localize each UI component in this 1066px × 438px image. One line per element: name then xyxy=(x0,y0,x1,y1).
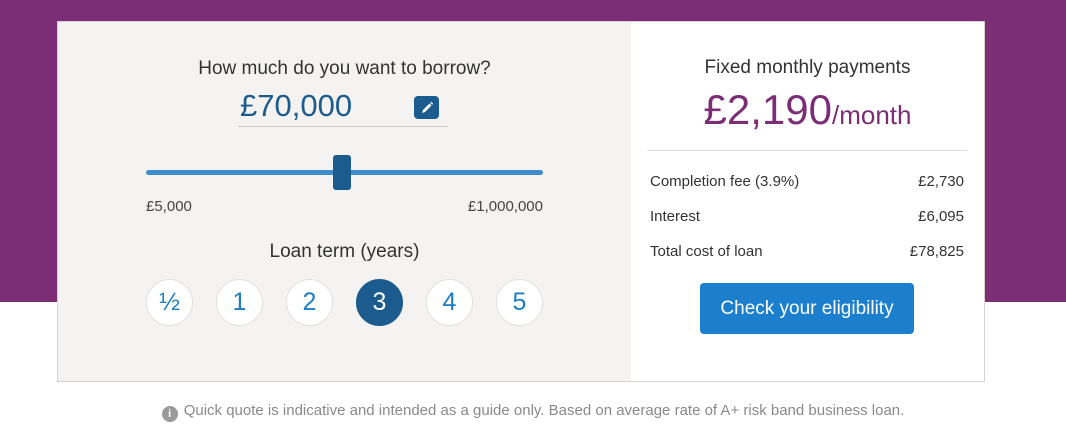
term-option-2[interactable]: 2 xyxy=(286,279,333,326)
monthly-payments-title: Fixed monthly payments xyxy=(704,57,911,78)
amount-slider-handle[interactable] xyxy=(333,155,351,190)
loan-calculator-card: How much do you want to borrow? £70,000 … xyxy=(57,21,985,382)
term-option-3[interactable]: 3 xyxy=(356,279,403,326)
summary-row-value: £78,825 xyxy=(909,243,964,260)
summary-divider xyxy=(647,150,967,151)
summary-row-value: £6,095 xyxy=(918,208,964,225)
summary-panel: Fixed monthly payments £2,190/month Comp… xyxy=(631,22,984,381)
monthly-payment-value: £2,190 xyxy=(703,86,832,133)
disclaimer-text: Quick quote is indicative and intended a… xyxy=(183,402,905,419)
monthly-payment: £2,190/month xyxy=(631,86,984,134)
term-option-half[interactable]: ½ xyxy=(146,279,193,326)
amount-value[interactable]: £70,000 xyxy=(240,88,352,124)
summary-row-interest: Interest £6,095 xyxy=(650,208,964,225)
amount-field[interactable]: £70,000 xyxy=(238,88,448,127)
loan-term-options: ½ 1 2 3 4 5 xyxy=(146,279,543,326)
info-icon: i xyxy=(161,406,178,422)
summary-row-total-cost: Total cost of loan £78,825 xyxy=(650,243,964,260)
disclaimer: i Quick quote is indicative and intended … xyxy=(0,402,1066,422)
loan-term-title: Loan term (years) xyxy=(269,241,420,262)
calculator-panel: How much do you want to borrow? £70,000 … xyxy=(58,22,632,381)
monthly-payment-unit: /month xyxy=(831,100,912,130)
summary-row-completion-fee: Completion fee (3.9%) £2,730 xyxy=(650,173,964,190)
borrow-question: How much do you want to borrow? xyxy=(198,58,491,79)
check-eligibility-button[interactable]: Check your eligibility xyxy=(700,283,914,334)
summary-row-label: Interest xyxy=(650,208,701,225)
term-option-4[interactable]: 4 xyxy=(426,279,473,326)
term-option-1[interactable]: 1 xyxy=(216,279,263,326)
term-option-5[interactable]: 5 xyxy=(496,279,543,326)
slider-min-label: £5,000 xyxy=(146,198,192,215)
summary-row-label: Total cost of loan xyxy=(650,243,763,260)
summary-row-value: £2,730 xyxy=(918,173,964,190)
slider-max-label: £1,000,000 xyxy=(467,198,543,215)
summary-row-label: Completion fee (3.9%) xyxy=(650,173,800,190)
pencil-icon[interactable] xyxy=(414,96,439,119)
